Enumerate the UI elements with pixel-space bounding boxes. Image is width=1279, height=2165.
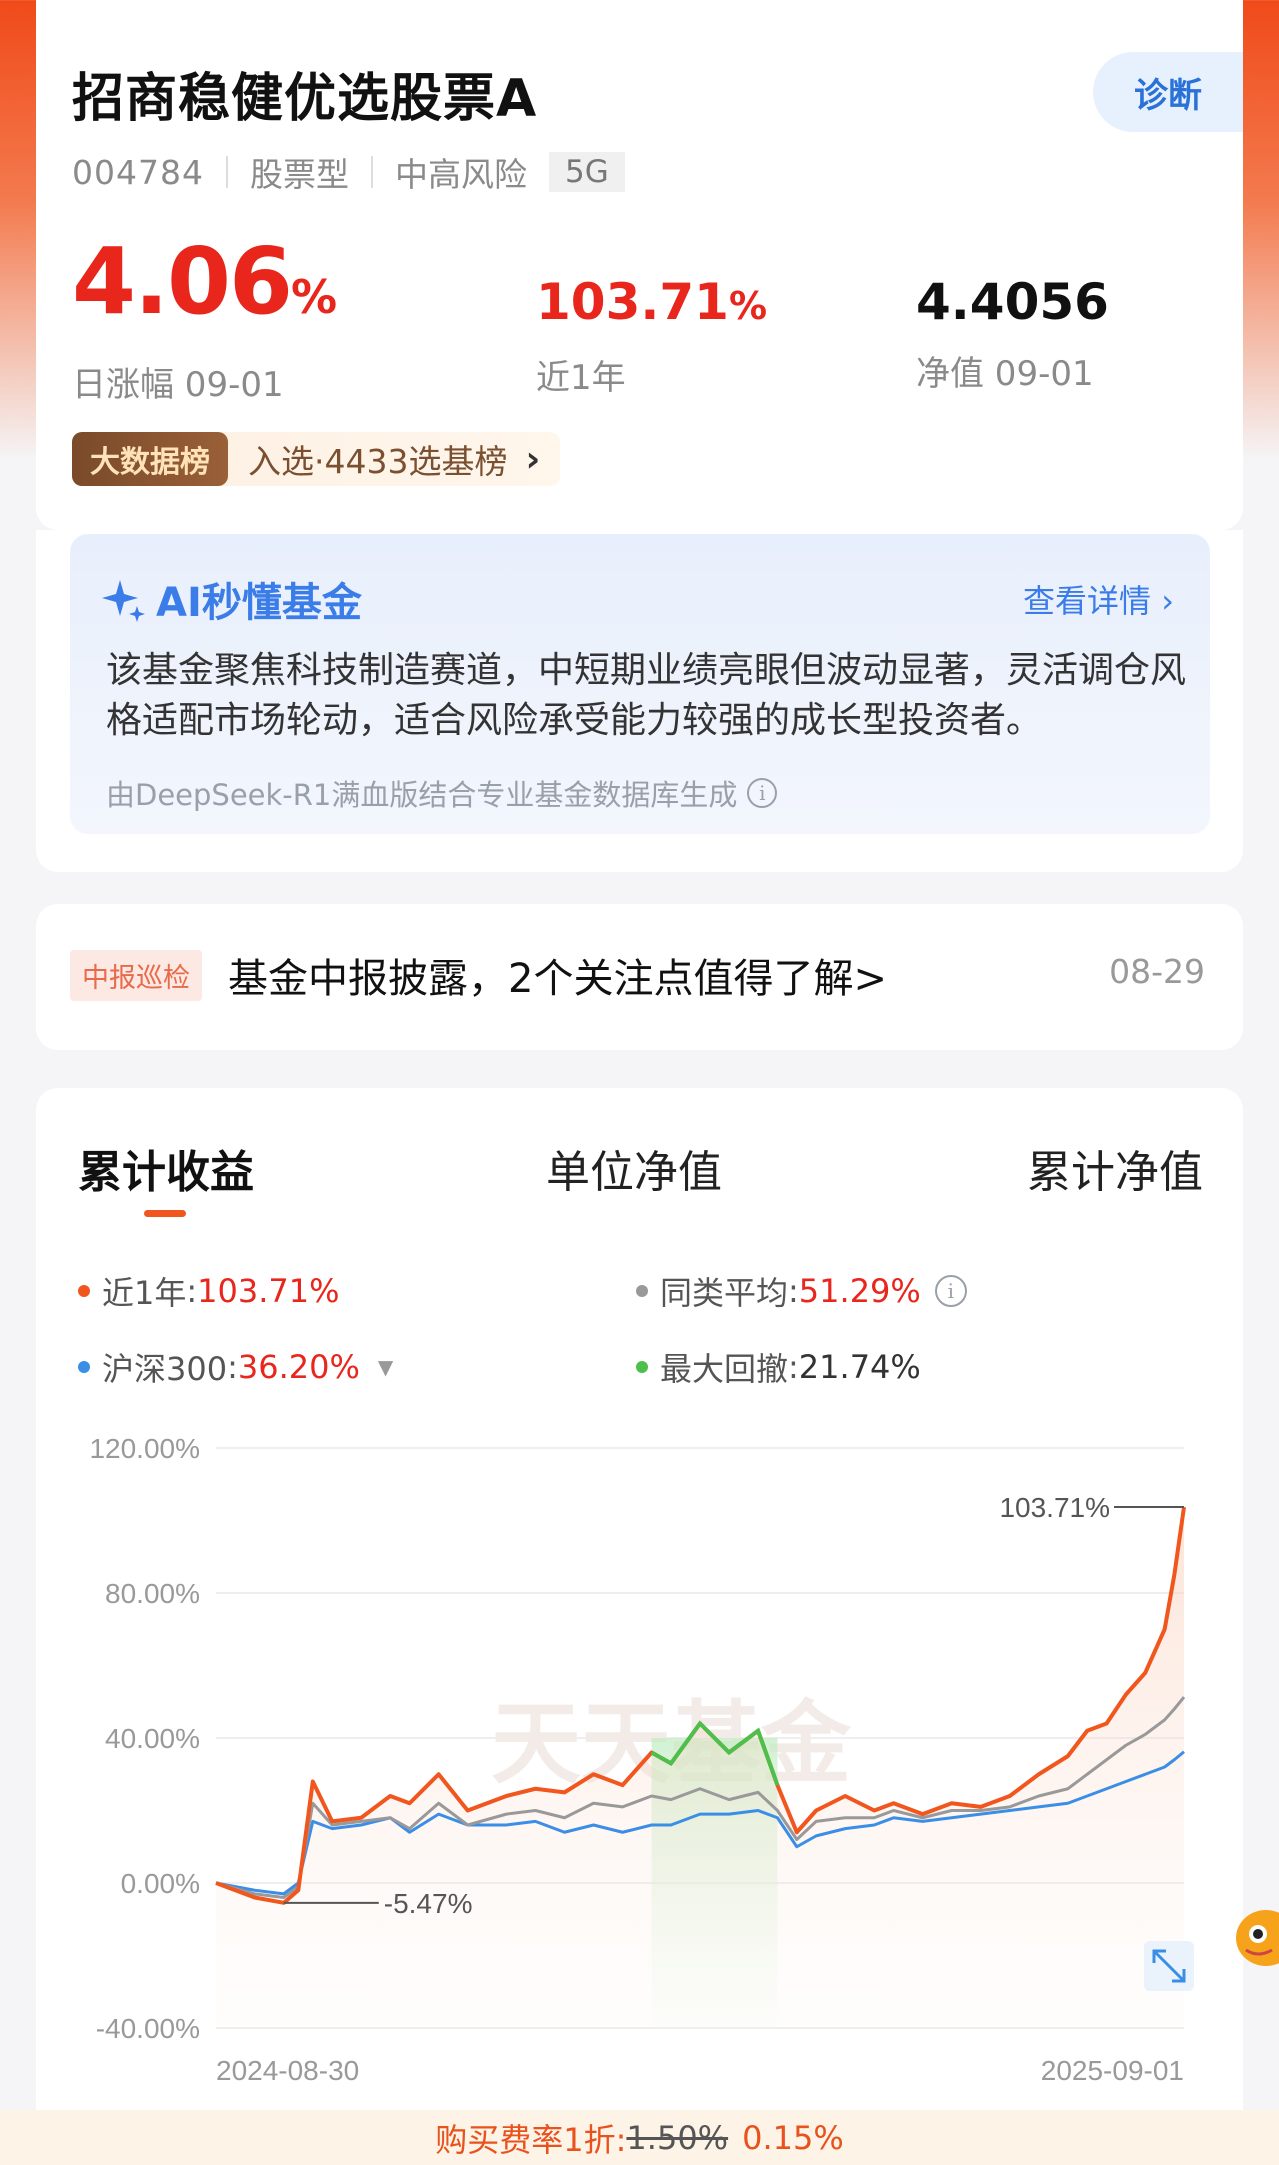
fund-meta: 004784 股票型 中高风险 5G <box>72 148 625 196</box>
legend-dot <box>636 1285 648 1297</box>
ai-card: AI秒懂基金 查看详情 › 该基金聚焦科技制造赛道，中短期业绩亮眼但波动显著，灵… <box>36 530 1243 872</box>
y-tick-label: 0.00% <box>121 1868 200 1899</box>
report-card[interactable]: 中报巡检 基金中报披露，2个关注点值得了解> 08-29 <box>36 904 1243 1050</box>
bigdata-badge: 大数据榜 <box>72 432 228 486</box>
report-text[interactable]: 基金中报披露，2个关注点值得了解> <box>228 946 887 1004</box>
sparkle-icon <box>102 580 145 622</box>
fund-header-card: 招商稳健优选股票A 诊断 004784 股票型 中高风险 5G 4.06% 日涨… <box>36 0 1243 530</box>
fee-bar[interactable]: 购买费率1折: 1.50% 0.15% <box>0 2110 1279 2165</box>
fee-label: 购买费率1折: <box>435 2120 627 2159</box>
diagnose-button[interactable]: 诊断 <box>1093 52 1243 132</box>
day-change-label: 日涨幅 09-01 <box>72 365 284 405</box>
fund-theme-tag[interactable]: 5G <box>548 152 625 192</box>
legend-fund: 近1年:103.71% <box>78 1268 340 1314</box>
day-change-value: 4.06% <box>72 228 337 335</box>
y-tick-label: 40.00% <box>105 1723 200 1754</box>
caret-down-icon[interactable]: ▼ <box>378 1355 393 1379</box>
return-chart[interactable]: 120.00%80.00%40.00%0.00%-40.00%天天基金103.7… <box>36 1408 1243 2148</box>
x-tick-label: 2025-09-01 <box>1041 2055 1184 2086</box>
min-annotation: -5.47% <box>384 1888 473 1919</box>
fund-code: 004784 <box>72 152 204 192</box>
y-tick-label: -40.00% <box>96 2013 200 2044</box>
legend-dot <box>636 1361 648 1373</box>
nav-value: 4.4056 <box>916 273 1109 331</box>
chart-card: 累计收益 单位净值 累计净值 近1年:103.71% 同类平均:51.29% i… <box>36 1088 1243 2165</box>
fund-type: 股票型 <box>249 155 349 194</box>
day-change-stat: 4.06% 日涨幅 09-01 <box>72 228 337 406</box>
y-tick-label: 80.00% <box>105 1578 200 1609</box>
fund-risk: 中高风险 <box>394 155 527 194</box>
max-annotation: 103.71% <box>999 1492 1110 1523</box>
tab-unit-nav[interactable]: 单位净值 <box>546 1136 722 1200</box>
tab-cumulative-return[interactable]: 累计收益 <box>78 1136 254 1200</box>
report-date: 08-29 <box>1109 952 1205 991</box>
nav-label: 净值 09-01 <box>916 354 1094 394</box>
active-tab-indicator <box>144 1210 186 1217</box>
year-return-label: 近1年 <box>536 358 626 398</box>
info-icon[interactable]: i <box>934 1275 967 1307</box>
ai-footnote: 由DeepSeek-R1满血版结合专业基金数据库生成 i <box>106 772 778 814</box>
bigdata-text: 入选·4433选基榜 <box>248 442 508 481</box>
legend-max-drawdown: 最大回撤:21.74% <box>636 1344 921 1390</box>
ai-summary-text: 该基金聚焦科技制造赛道，中短期业绩亮眼但波动显著，灵活调仓风格适配市场轮动，适合… <box>106 650 1187 741</box>
fee-original: 1.50% <box>626 2118 729 2157</box>
report-tag: 中报巡检 <box>70 950 202 1001</box>
expand-icon[interactable] <box>1144 1941 1194 1991</box>
nav-stat: 4.4056 净值 09-01 <box>916 272 1109 395</box>
bigdata-ranking-banner[interactable]: 大数据榜 入选·4433选基榜 › <box>72 432 561 486</box>
fee-discounted: 0.15% <box>742 2118 844 2157</box>
fund-area <box>216 1507 1184 2028</box>
ai-summary-box[interactable]: AI秒懂基金 查看详情 › 该基金聚焦科技制造赛道，中短期业绩亮眼但波动显著，灵… <box>70 534 1210 834</box>
year-return-value: 103.71% <box>536 273 768 331</box>
year-return-stat: 103.71% 近1年 <box>536 272 767 399</box>
fund-name: 招商稳健优选股票A <box>72 69 538 129</box>
divider <box>225 156 228 188</box>
ai-details-link[interactable]: 查看详情 › <box>1023 576 1174 622</box>
y-tick-label: 120.00% <box>89 1433 200 1464</box>
legend-category-average: 同类平均:51.29% i <box>636 1268 967 1314</box>
ai-title: AI秒懂基金 <box>100 570 362 628</box>
divider <box>370 156 373 188</box>
x-tick-label: 2024-08-30 <box>216 2055 359 2086</box>
chevron-right-icon: › <box>525 438 541 480</box>
tab-cumulative-nav[interactable]: 累计净值 <box>1027 1136 1203 1200</box>
legend-dot <box>78 1361 90 1373</box>
info-icon[interactable]: i <box>747 778 778 808</box>
legend-benchmark[interactable]: 沪深300:36.20% ▼ <box>78 1344 393 1390</box>
mascot-icon[interactable] <box>1228 1898 1279 1978</box>
legend-dot <box>78 1285 90 1297</box>
